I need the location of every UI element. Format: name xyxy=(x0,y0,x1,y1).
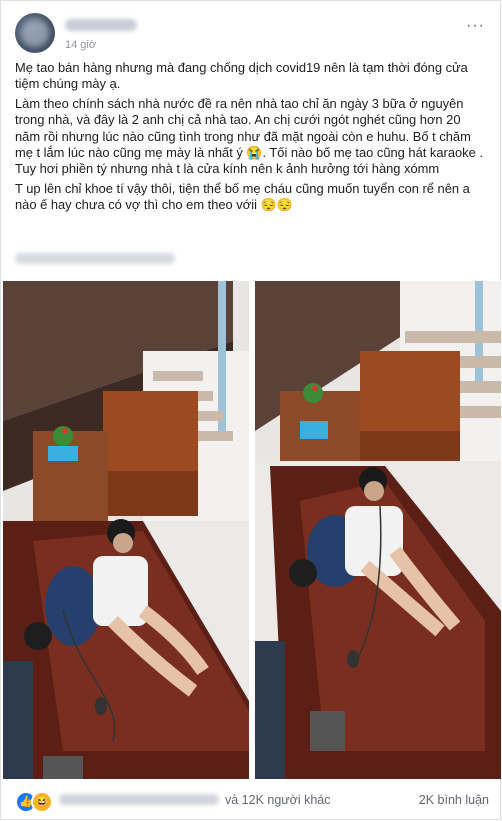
comments-count[interactable]: 2K bình luận xyxy=(419,793,489,807)
more-options-icon[interactable]: ··· xyxy=(466,17,485,35)
post-timestamp[interactable]: 14 giờ xyxy=(65,39,96,51)
reactors-names-blurred[interactable] xyxy=(59,794,219,805)
photo-right[interactable] xyxy=(255,281,501,779)
reactions-bar: 👍 😆 và 12K người khác 2K bình luận xyxy=(15,789,489,813)
post-paragraph: Làm theo chính sách nhà nước đề ra nên n… xyxy=(15,95,483,177)
post-paragraph: Mẹ tao bán hàng nhưng mà đang chống dịch… xyxy=(15,60,468,92)
post-paragraph: T up lên chỉ khoe tí vậy thôi, tiện thể … xyxy=(15,180,470,213)
author-name-blurred[interactable] xyxy=(65,19,137,31)
photo-grid xyxy=(3,281,501,779)
post-header: 14 giờ ··· xyxy=(15,13,485,53)
photo-left[interactable] xyxy=(3,281,249,779)
haha-reaction-icon[interactable]: 😆 xyxy=(31,791,53,813)
reactions-count[interactable]: và 12K người khác xyxy=(225,793,331,807)
avatar[interactable] xyxy=(15,13,55,53)
post-text: Mẹ tao bán hàng nhưng mà đang chống dịch… xyxy=(15,60,489,217)
facebook-post: 14 giờ ··· Mẹ tao bán hàng nhưng mà đang… xyxy=(0,0,501,820)
tagged-location-blurred[interactable] xyxy=(15,253,175,264)
